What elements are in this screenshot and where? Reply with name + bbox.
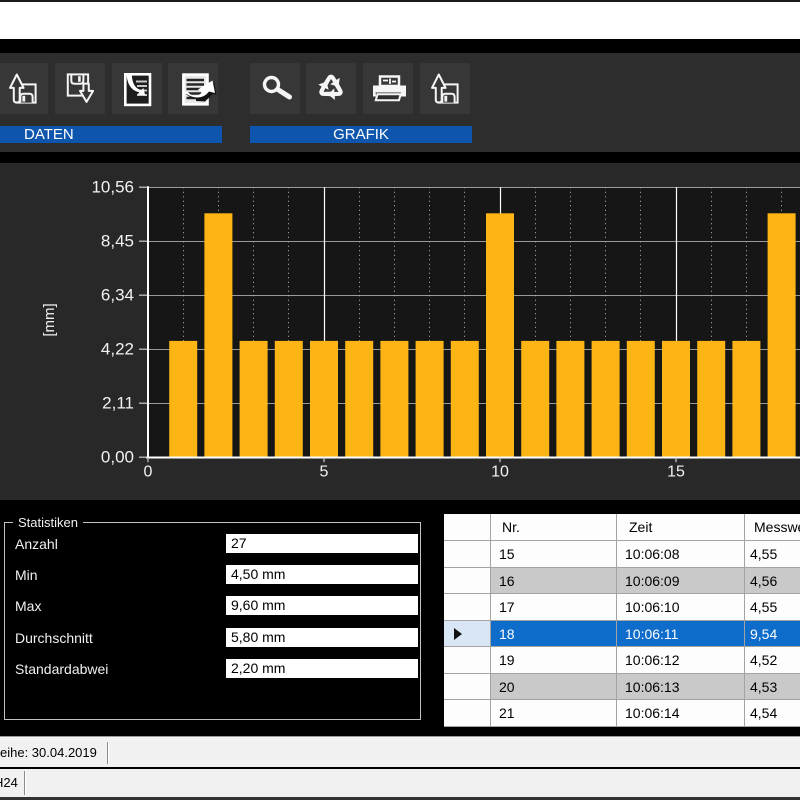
- svg-text:0: 0: [144, 464, 153, 481]
- svg-text:4,22: 4,22: [101, 340, 134, 359]
- svg-text:2,11: 2,11: [102, 394, 134, 413]
- svg-text:8,45: 8,45: [101, 232, 134, 251]
- svg-text:6,34: 6,34: [101, 286, 134, 305]
- svg-text:15: 15: [667, 464, 685, 481]
- svg-text:10: 10: [491, 464, 509, 481]
- svg-text:0,00: 0,00: [101, 448, 134, 467]
- svg-text:[mm]: [mm]: [41, 303, 58, 336]
- svg-text:10,56: 10,56: [91, 178, 134, 197]
- svg-text:5: 5: [320, 464, 329, 481]
